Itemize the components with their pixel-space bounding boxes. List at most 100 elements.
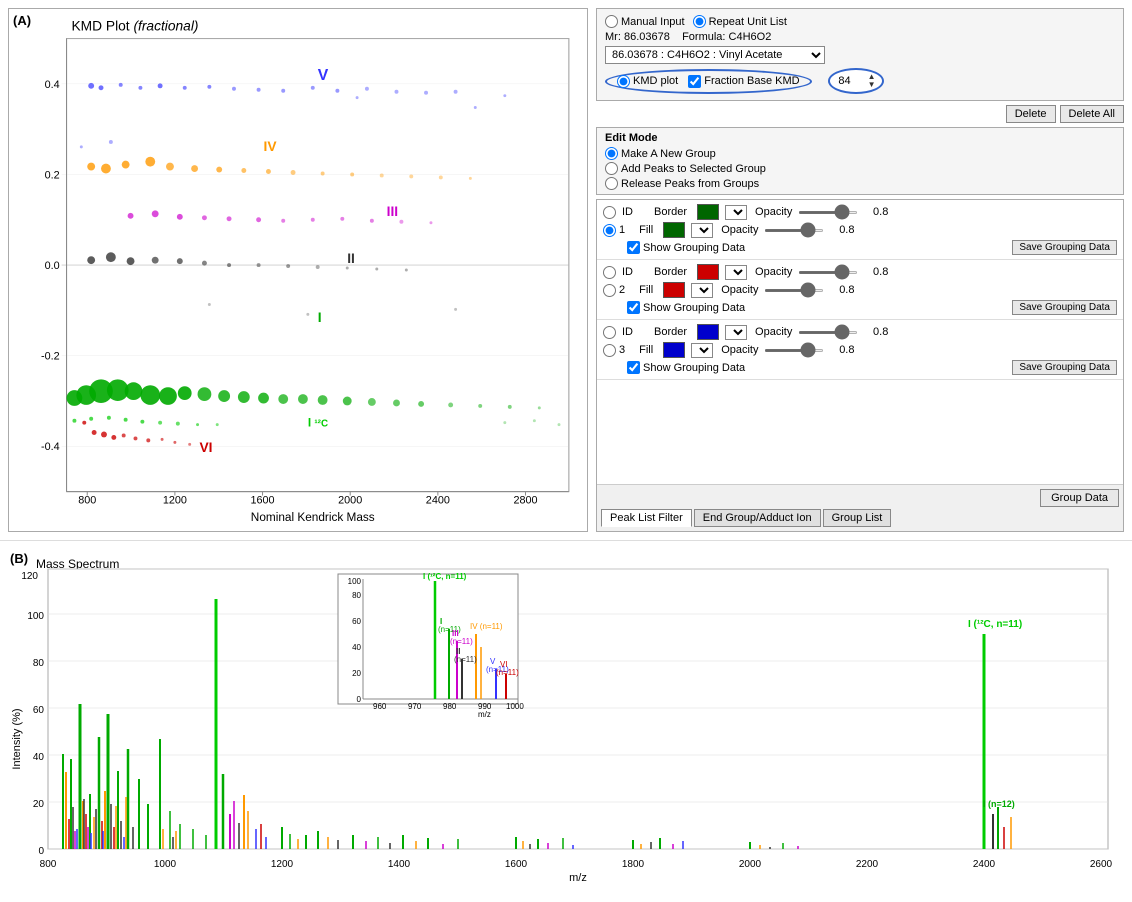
group-3-show-checkbox[interactable] (627, 361, 640, 374)
group-2-fill-opacity-slider[interactable] (764, 289, 824, 292)
svg-text:1600: 1600 (505, 859, 528, 870)
group-3-fill-select[interactable]: ▼ (691, 343, 713, 358)
group-1-border-opacity-slider[interactable] (798, 211, 858, 214)
svg-text:1000: 1000 (154, 859, 177, 870)
svg-text:Intensity (%): Intensity (%) (11, 708, 23, 769)
group-3-fill-line: 3 Fill ▼ Opacity 0.8 (603, 342, 1117, 358)
group-3-fill-swatch[interactable] (663, 342, 685, 358)
tab-peak-list-filter[interactable]: Peak List Filter (601, 509, 692, 527)
svg-text:40: 40 (352, 643, 361, 652)
group-1-fill-swatch[interactable] (663, 222, 685, 238)
opacity-label-3-b: Opacity (755, 326, 792, 338)
svg-text:2000: 2000 (338, 494, 362, 506)
group-2-radio[interactable] (603, 266, 616, 279)
group-2-fill-opacity-val: 0.8 (830, 284, 854, 296)
group-1-fill-radio[interactable]: 1 (603, 224, 625, 237)
svg-text:I: I (318, 310, 322, 325)
group-2-fill-select[interactable]: ▼ (691, 283, 713, 298)
svg-text:960: 960 (373, 702, 387, 711)
svg-text:2400: 2400 (426, 494, 450, 506)
svg-text:1800: 1800 (622, 859, 645, 870)
group-2-show-label: Show Grouping Data (643, 302, 745, 314)
group-1-show-checkbox[interactable] (627, 241, 640, 254)
delete-all-button[interactable]: Delete All (1060, 105, 1124, 123)
repeat-unit-radio[interactable]: Repeat Unit List (693, 15, 787, 28)
spin-down[interactable]: ▼ (868, 81, 876, 89)
group-3-border-opacity-slider[interactable] (798, 331, 858, 334)
group-3-save-btn[interactable]: Save Grouping Data (1012, 360, 1117, 375)
svg-text:Nominal Kendrick Mass: Nominal Kendrick Mass (251, 510, 375, 524)
kmd-plot-panel: (A) KMD Plot (fractional) 0.4 0.2 0.0 -0… (8, 8, 588, 532)
vinyl-select[interactable]: 86.03678 : C4H6O2 : Vinyl Acetate (605, 46, 825, 64)
svg-text:20: 20 (33, 799, 45, 810)
edit-mode-option-3[interactable]: Release Peaks from Groups (605, 177, 1115, 190)
manual-input-radio[interactable]: Manual Input (605, 15, 685, 28)
group-2-border-opacity-slider[interactable] (798, 271, 858, 274)
group-2-save-btn[interactable]: Save Grouping Data (1012, 300, 1117, 315)
group-3-checkbox-row: Show Grouping Data Save Grouping Data (603, 360, 1117, 375)
group-3-border-select[interactable]: ▼ (725, 325, 747, 340)
svg-text:0.0: 0.0 (45, 260, 60, 272)
svg-text:100: 100 (348, 577, 362, 586)
group-1-checkbox-row: Show Grouping Data Save Grouping Data (603, 240, 1117, 255)
delete-button[interactable]: Delete (1006, 105, 1056, 123)
svg-text:1600: 1600 (250, 494, 274, 506)
group-2-border-select[interactable]: ▼ (725, 265, 747, 280)
fill-label-3: Fill (639, 344, 653, 356)
delete-buttons-row: Delete Delete All (596, 105, 1124, 123)
svg-text:970: 970 (408, 702, 422, 711)
svg-text:(n=11): (n=11) (450, 637, 473, 646)
group-2-border-opacity-val: 0.8 (864, 266, 888, 278)
spin-box: ▲ ▼ (828, 68, 884, 94)
group-3-fill-radio[interactable]: 3 (603, 344, 625, 357)
group-1-radio[interactable] (603, 206, 616, 219)
svg-text:m/z: m/z (569, 872, 587, 884)
svg-text:2600: 2600 (1090, 859, 1113, 870)
fraction-base-kmd-checkbox[interactable]: Fraction Base KMD (688, 75, 799, 88)
svg-text:2400: 2400 (973, 859, 996, 870)
group-1-border-swatch[interactable] (697, 204, 719, 220)
group-2-fill-swatch[interactable] (663, 282, 685, 298)
group-1-border-select[interactable]: ▼ (725, 205, 747, 220)
svg-text:2200: 2200 (856, 859, 879, 870)
svg-text:III: III (387, 204, 398, 219)
group-2-border-swatch[interactable] (697, 264, 719, 280)
group-2-label: 2 (619, 284, 625, 296)
group-3-radio[interactable] (603, 326, 616, 339)
input-box: Manual Input Repeat Unit List Mr: 86.036… (596, 8, 1124, 101)
svg-text:120: 120 (21, 571, 38, 582)
group-2-fill-radio[interactable]: 2 (603, 284, 625, 297)
fill-label-1: Fill (639, 224, 653, 236)
tab-end-group[interactable]: End Group/Adduct Ion (694, 509, 821, 527)
svg-text:800: 800 (40, 859, 57, 870)
fill-label-2: Fill (639, 284, 653, 296)
svg-text:0.4: 0.4 (45, 79, 60, 91)
edit-mode-option-1[interactable]: Make A New Group (605, 147, 1115, 160)
group-3-label: 3 (619, 344, 625, 356)
kmd-plot-ellipse: KMD plot Fraction Base KMD (605, 69, 812, 94)
group-3-fill-opacity-val: 0.8 (830, 344, 854, 356)
group-1-border-line: ID Border ▼ Opacity 0.8 (603, 204, 1117, 220)
edit-mode-option-2[interactable]: Add Peaks to Selected Group (605, 162, 1115, 175)
group-row-2: ID Border ▼ Opacity 0.8 2 Fill (597, 260, 1123, 320)
svg-text:1000: 1000 (506, 702, 524, 711)
group-1-save-btn[interactable]: Save Grouping Data (1012, 240, 1117, 255)
svg-text:m/z: m/z (478, 710, 491, 719)
group-3-fill-opacity-slider[interactable] (764, 349, 824, 352)
group-2-show-checkbox[interactable] (627, 301, 640, 314)
svg-text:V: V (318, 67, 329, 84)
group-data-button[interactable]: Group Data (1040, 489, 1119, 507)
spin-input[interactable] (836, 75, 866, 87)
kmd-plot-radio[interactable]: KMD plot (617, 75, 678, 88)
right-panel: Manual Input Repeat Unit List Mr: 86.036… (596, 8, 1124, 532)
groups-scroll[interactable]: ID Border ▼ Opacity 0.8 1 Fill (597, 200, 1123, 484)
tab-group-list[interactable]: Group List (823, 509, 892, 527)
group-3-border-swatch[interactable] (697, 324, 719, 340)
svg-text:I ¹²C: I ¹²C (308, 416, 328, 430)
opacity-label-3-f: Opacity (721, 344, 758, 356)
svg-text:800: 800 (78, 494, 96, 506)
svg-text:100: 100 (27, 611, 44, 622)
group-1-fill-select[interactable]: ▼ (691, 223, 713, 238)
group-1-fill-opacity-slider[interactable] (764, 229, 824, 232)
svg-text:IV: IV (264, 139, 278, 154)
